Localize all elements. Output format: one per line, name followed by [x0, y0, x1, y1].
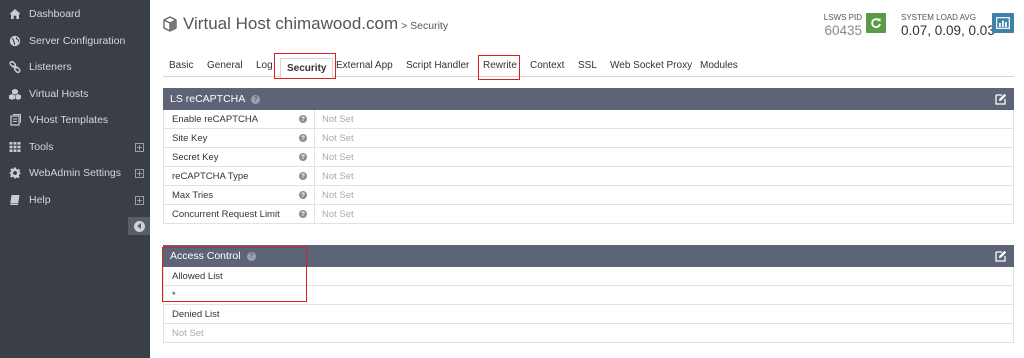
- lsws-pid-label: LSWS PID: [823, 13, 862, 22]
- panel-header: LS reCAPTCHA ?: [163, 88, 1014, 110]
- sidebar-item-vhost-templates[interactable]: VHost Templates: [0, 107, 150, 134]
- setting-row: Secret Key? Not Set: [163, 148, 1014, 167]
- help-icon[interactable]: ?: [299, 191, 307, 199]
- cube-icon: [163, 16, 177, 32]
- setting-label: Max Tries: [172, 189, 214, 201]
- sidebar-item-tools[interactable]: Tools: [0, 134, 150, 161]
- help-icon[interactable]: ?: [251, 94, 261, 104]
- sidebar-item-help[interactable]: Help: [0, 187, 150, 214]
- tab-rewrite[interactable]: Rewrite: [483, 60, 517, 71]
- sidebar-item-label: WebAdmin Settings: [29, 167, 122, 180]
- setting-label: Concurrent Request Limit: [172, 208, 280, 220]
- tab-context[interactable]: Context: [530, 60, 564, 71]
- setting-value: Not Set: [314, 110, 1013, 128]
- sidebar-item-label: Server Configuration: [29, 34, 126, 47]
- allowed-list-value: *: [163, 286, 1014, 305]
- tab-log[interactable]: Log: [256, 60, 273, 71]
- help-icon[interactable]: ?: [299, 115, 307, 123]
- help-icon[interactable]: ?: [299, 153, 307, 161]
- lsws-pid-value: 60435: [824, 23, 862, 38]
- sidebar-item-label: Virtual Hosts: [29, 87, 89, 100]
- setting-value: Not Set: [314, 129, 1013, 147]
- expand-icon[interactable]: [135, 169, 144, 178]
- panel-header: Access Control ?: [163, 245, 1014, 267]
- help-icon[interactable]: ?: [299, 134, 307, 142]
- page-title: Virtual Host chimawood.com > Security: [163, 14, 448, 34]
- sidebar-item-webadmin-settings[interactable]: WebAdmin Settings: [0, 160, 150, 187]
- home-icon: [8, 8, 22, 20]
- help-icon[interactable]: ?: [299, 172, 307, 180]
- tab-bar: Basic General Log Security External App …: [163, 57, 1014, 78]
- real-time-stats-button[interactable]: [992, 13, 1014, 33]
- sidebar-item-label: Dashboard: [29, 8, 81, 21]
- setting-row: Concurrent Request Limit? Not Set: [163, 205, 1014, 224]
- tab-script-handler[interactable]: Script Handler: [406, 60, 469, 71]
- setting-label: Secret Key: [172, 151, 219, 163]
- sidebar-item-label: Listeners: [29, 61, 72, 74]
- expand-icon[interactable]: [135, 195, 144, 205]
- sidebar-item-listeners[interactable]: Listeners: [0, 54, 150, 81]
- help-icon[interactable]: ?: [299, 210, 307, 218]
- tab-ssl[interactable]: SSL: [578, 60, 597, 71]
- bar-chart-icon: [996, 17, 1010, 29]
- setting-row: Site Key? Not Set: [163, 129, 1014, 148]
- sidebar-collapse-button[interactable]: [128, 217, 150, 235]
- setting-value: Not Set: [314, 148, 1013, 166]
- gear-icon: [8, 167, 22, 179]
- denied-list-value: Not Set: [163, 324, 1014, 343]
- setting-row: Max Tries? Not Set: [163, 186, 1014, 205]
- collapse-arrow-icon: [133, 220, 145, 232]
- expand-icon[interactable]: [135, 142, 144, 152]
- globe-icon: [8, 35, 22, 47]
- access-control-panel: Access Control ? Allowed List * Denied L…: [163, 245, 1014, 343]
- allowed-list-label: Allowed List: [163, 267, 1014, 286]
- vhost-name: Virtual Host chimawood.com: [183, 14, 399, 33]
- system-load-label: SYSTEM LOAD AVG: [901, 13, 976, 22]
- tab-basic[interactable]: Basic: [169, 60, 193, 71]
- system-load-value: 0.07, 0.09, 0.03: [901, 23, 995, 38]
- breadcrumb-section: > Security: [401, 19, 449, 32]
- system-load: SYSTEM LOAD AVG 0.07, 0.09, 0.03: [901, 13, 995, 38]
- link-icon: [8, 61, 22, 74]
- tab-security[interactable]: Security: [280, 58, 334, 78]
- edit-icon[interactable]: [995, 93, 1007, 105]
- help-icon[interactable]: ?: [246, 251, 256, 261]
- panel-title: LS reCAPTCHA: [170, 93, 246, 105]
- grid-icon: [8, 141, 22, 153]
- book-icon: [8, 194, 22, 206]
- recaptcha-panel: LS reCAPTCHA ? Enable reCAPTCHA? Not Set…: [163, 88, 1014, 224]
- sidebar-item-dashboard[interactable]: Dashboard: [0, 1, 150, 28]
- setting-row: reCAPTCHA Type? Not Set: [163, 167, 1014, 186]
- setting-label: Site Key: [172, 132, 208, 144]
- sidebar-item-label: Tools: [29, 140, 54, 153]
- setting-value: Not Set: [314, 167, 1013, 185]
- sidebar-item-server-configuration[interactable]: Server Configuration: [0, 28, 150, 55]
- sidebar: Dashboard Server Configuration Listeners…: [0, 0, 150, 358]
- cubes-icon: [8, 88, 22, 100]
- sidebar-item-virtual-hosts[interactable]: Virtual Hosts: [0, 81, 150, 108]
- denied-list-label: Denied List: [163, 305, 1014, 324]
- tab-modules[interactable]: Modules: [700, 60, 738, 71]
- sidebar-item-label: Help: [29, 193, 51, 206]
- restart-icon: [871, 18, 881, 28]
- setting-value: Not Set: [314, 186, 1013, 204]
- tab-web-socket-proxy[interactable]: Web Socket Proxy: [610, 60, 692, 71]
- template-icon: [8, 114, 22, 126]
- setting-value: Not Set: [314, 205, 1013, 223]
- setting-label: reCAPTCHA Type: [172, 170, 249, 182]
- graceful-restart-button[interactable]: [866, 13, 886, 33]
- sidebar-item-label: VHost Templates: [29, 114, 109, 127]
- lsws-pid: LSWS PID 60435: [822, 13, 862, 38]
- panel-title: Access Control: [170, 250, 241, 262]
- setting-label: Enable reCAPTCHA: [172, 113, 259, 125]
- setting-row: Enable reCAPTCHA? Not Set: [163, 110, 1014, 129]
- tab-external-app[interactable]: External App: [336, 60, 393, 71]
- edit-icon[interactable]: [995, 250, 1007, 262]
- tab-general[interactable]: General: [207, 60, 243, 71]
